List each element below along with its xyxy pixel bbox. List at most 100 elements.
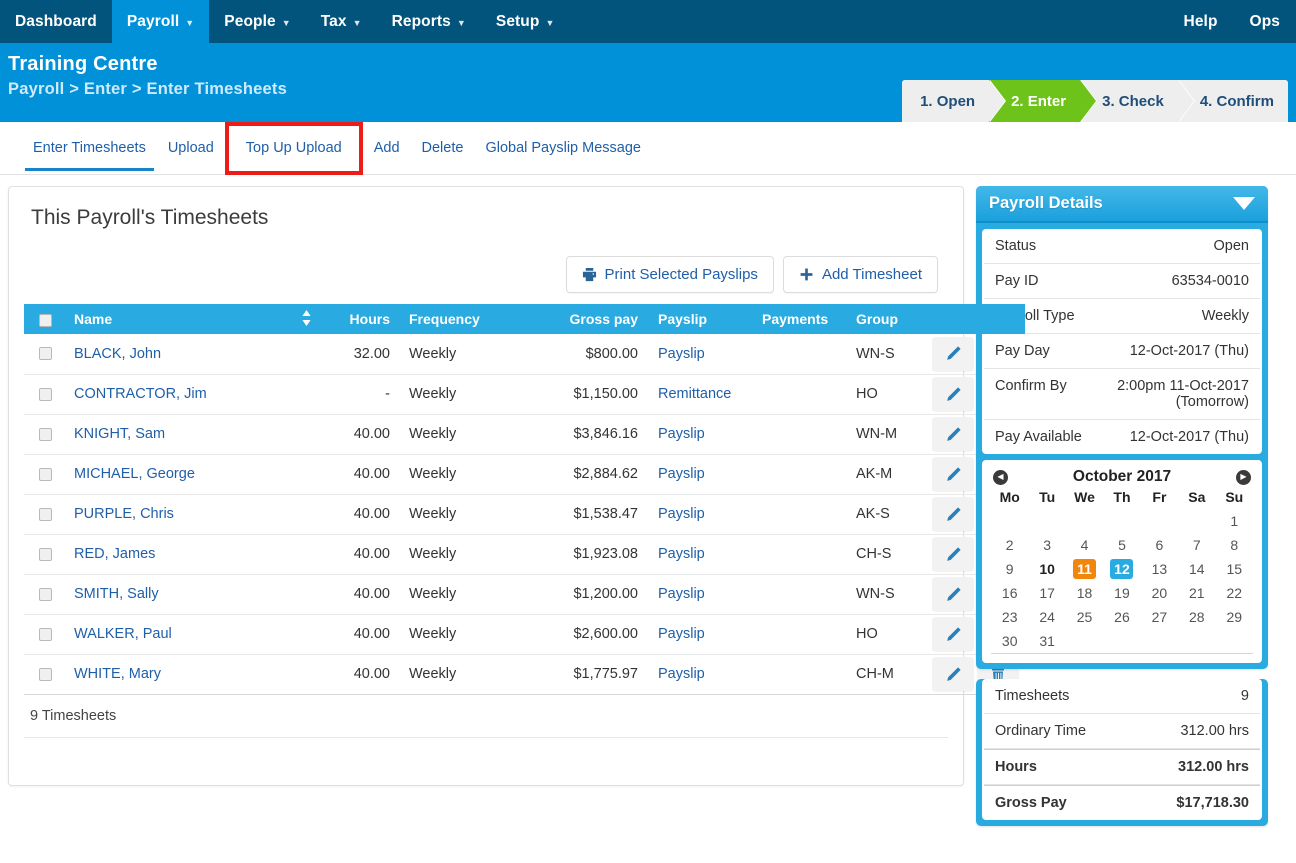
nav-item-reports[interactable]: Reports ▼ bbox=[377, 0, 481, 43]
sub-tab-top-up-upload[interactable]: Top Up Upload bbox=[224, 121, 363, 175]
breadcrumb-item-payroll[interactable]: Payroll bbox=[8, 80, 64, 98]
row-checkbox[interactable] bbox=[38, 347, 52, 361]
calendar-day[interactable]: 18 bbox=[1073, 583, 1096, 603]
calendar-day-cell[interactable]: 3 bbox=[1028, 533, 1065, 557]
column-header-name[interactable]: Name bbox=[66, 304, 284, 334]
calendar-day[interactable]: 16 bbox=[998, 583, 1021, 603]
breadcrumb-item-enter-timesheets[interactable]: Enter Timesheets bbox=[147, 80, 287, 98]
calendar-day[interactable]: 23 bbox=[998, 607, 1021, 627]
caret-down-icon[interactable] bbox=[1233, 197, 1255, 210]
row-checkbox[interactable] bbox=[38, 507, 52, 521]
calendar-day-orange[interactable]: 11 bbox=[1073, 559, 1097, 579]
edit-icon[interactable] bbox=[932, 577, 974, 611]
calendar-day-cell[interactable]: 5 bbox=[1103, 533, 1140, 557]
calendar-day[interactable]: 9 bbox=[998, 559, 1021, 579]
calendar-day[interactable]: 2 bbox=[998, 535, 1021, 555]
sub-tab-upload[interactable]: Upload bbox=[157, 126, 225, 171]
calendar-day[interactable]: 13 bbox=[1148, 559, 1171, 579]
sub-tab-add[interactable]: Add bbox=[363, 126, 411, 171]
wizard-step-1[interactable]: 1. Open bbox=[902, 80, 1007, 122]
payslip-link[interactable]: Payslip bbox=[658, 586, 705, 602]
nav-item-ops[interactable]: Ops bbox=[1234, 0, 1296, 43]
cell-name[interactable]: BLACK, John bbox=[66, 334, 284, 375]
calendar-day-cell[interactable]: 13 bbox=[1141, 557, 1178, 581]
edit-icon[interactable] bbox=[932, 537, 974, 571]
row-checkbox[interactable] bbox=[38, 547, 52, 561]
edit-icon[interactable] bbox=[932, 617, 974, 651]
calendar-day[interactable]: 8 bbox=[1223, 535, 1246, 555]
calendar-day-cell[interactable]: 18 bbox=[1066, 581, 1103, 605]
calendar-day-cell[interactable]: 12 bbox=[1103, 557, 1140, 581]
payroll-details-panel-header[interactable]: Payroll Details bbox=[976, 186, 1268, 223]
sort-arrows-icon[interactable] bbox=[301, 309, 312, 328]
calendar-day-cell[interactable]: 2 bbox=[991, 533, 1028, 557]
calendar-day-cell[interactable]: 22 bbox=[1216, 581, 1253, 605]
row-checkbox[interactable] bbox=[38, 627, 52, 641]
calendar-day-cell[interactable]: 20 bbox=[1141, 581, 1178, 605]
column-header-hours[interactable]: Hours bbox=[324, 304, 398, 334]
calendar-day-cell[interactable]: 11 bbox=[1066, 557, 1103, 581]
calendar-prev-icon[interactable]: ◀ bbox=[993, 469, 1008, 485]
cell-name[interactable]: WALKER, Paul bbox=[66, 614, 284, 655]
column-header-group[interactable]: Group bbox=[844, 304, 929, 334]
calendar-day[interactable]: 6 bbox=[1148, 535, 1171, 555]
calendar-day[interactable]: 17 bbox=[1036, 583, 1059, 603]
calendar-day-cell[interactable]: 8 bbox=[1216, 533, 1253, 557]
column-header-frequency[interactable]: Frequency bbox=[398, 304, 548, 334]
calendar-day-cell[interactable]: 15 bbox=[1216, 557, 1253, 581]
cell-name[interactable]: WHITE, Mary bbox=[66, 654, 284, 695]
row-checkbox[interactable] bbox=[38, 467, 52, 481]
payslip-link[interactable]: Payslip bbox=[658, 546, 705, 562]
calendar-day-cell[interactable]: 7 bbox=[1178, 533, 1215, 557]
payslip-link[interactable]: Payslip bbox=[658, 346, 705, 362]
calendar-day[interactable]: 26 bbox=[1110, 607, 1133, 627]
row-checkbox[interactable] bbox=[38, 387, 52, 401]
calendar-day[interactable]: 15 bbox=[1223, 559, 1246, 579]
payslip-link[interactable]: Payslip bbox=[658, 466, 705, 482]
cell-name[interactable]: MICHAEL, George bbox=[66, 454, 284, 495]
edit-icon[interactable] bbox=[932, 336, 974, 371]
column-header-sort[interactable] bbox=[284, 304, 324, 334]
calendar-next-icon[interactable]: ▶ bbox=[1236, 469, 1251, 485]
calendar-day-cell[interactable]: 25 bbox=[1066, 605, 1103, 629]
row-checkbox[interactable] bbox=[38, 427, 52, 441]
edit-icon[interactable] bbox=[932, 457, 974, 491]
calendar-day-cell[interactable]: 17 bbox=[1028, 581, 1065, 605]
calendar-day[interactable]: 22 bbox=[1223, 583, 1246, 603]
column-header-gross-pay[interactable]: Gross pay bbox=[548, 304, 646, 334]
cell-name[interactable]: RED, James bbox=[66, 534, 284, 575]
calendar-day[interactable]: 7 bbox=[1185, 535, 1208, 555]
calendar-day-cell[interactable]: 9 bbox=[991, 557, 1028, 581]
calendar-day[interactable]: 3 bbox=[1036, 535, 1059, 555]
column-header-payslip[interactable]: Payslip bbox=[646, 304, 754, 334]
edit-icon[interactable] bbox=[932, 497, 974, 531]
calendar-day[interactable]: 25 bbox=[1073, 607, 1096, 627]
payslip-link[interactable]: Payslip bbox=[658, 426, 705, 442]
nav-item-payroll[interactable]: Payroll ▼ bbox=[111, 0, 210, 43]
calendar-day-cell[interactable]: 10 bbox=[1028, 557, 1065, 581]
payslip-link[interactable]: Payslip bbox=[658, 506, 705, 522]
cell-name[interactable]: KNIGHT, Sam bbox=[66, 414, 284, 455]
calendar-day-cell[interactable]: 24 bbox=[1028, 605, 1065, 629]
calendar-day[interactable]: 27 bbox=[1148, 607, 1171, 627]
calendar-day[interactable]: 21 bbox=[1185, 583, 1208, 603]
calendar-day[interactable]: 1 bbox=[1223, 511, 1246, 531]
select-all-checkbox[interactable] bbox=[38, 313, 52, 327]
nav-item-setup[interactable]: Setup ▼ bbox=[481, 0, 570, 43]
calendar-day[interactable]: 28 bbox=[1185, 607, 1208, 627]
calendar-day-cell[interactable]: 14 bbox=[1178, 557, 1215, 581]
calendar-day-cell[interactable]: 27 bbox=[1141, 605, 1178, 629]
calendar-day[interactable]: 30 bbox=[998, 631, 1021, 651]
calendar-day-cell[interactable]: 26 bbox=[1103, 605, 1140, 629]
calendar-day[interactable]: 31 bbox=[1036, 631, 1059, 651]
calendar-day-cell[interactable]: 29 bbox=[1216, 605, 1253, 629]
print-selected-payslips-button[interactable]: Print Selected Payslips bbox=[565, 256, 774, 293]
calendar-day-cell[interactable]: 21 bbox=[1178, 581, 1215, 605]
sub-tab-enter-timesheets[interactable]: Enter Timesheets bbox=[22, 126, 157, 171]
calendar-day[interactable]: 19 bbox=[1110, 583, 1133, 603]
cell-name[interactable]: SMITH, Sally bbox=[66, 574, 284, 615]
nav-item-tax[interactable]: Tax ▼ bbox=[306, 0, 377, 43]
calendar-day-cell[interactable]: 1 bbox=[1216, 509, 1253, 533]
calendar-day-cell[interactable]: 16 bbox=[991, 581, 1028, 605]
calendar-day-cell[interactable]: 31 bbox=[1028, 629, 1066, 654]
